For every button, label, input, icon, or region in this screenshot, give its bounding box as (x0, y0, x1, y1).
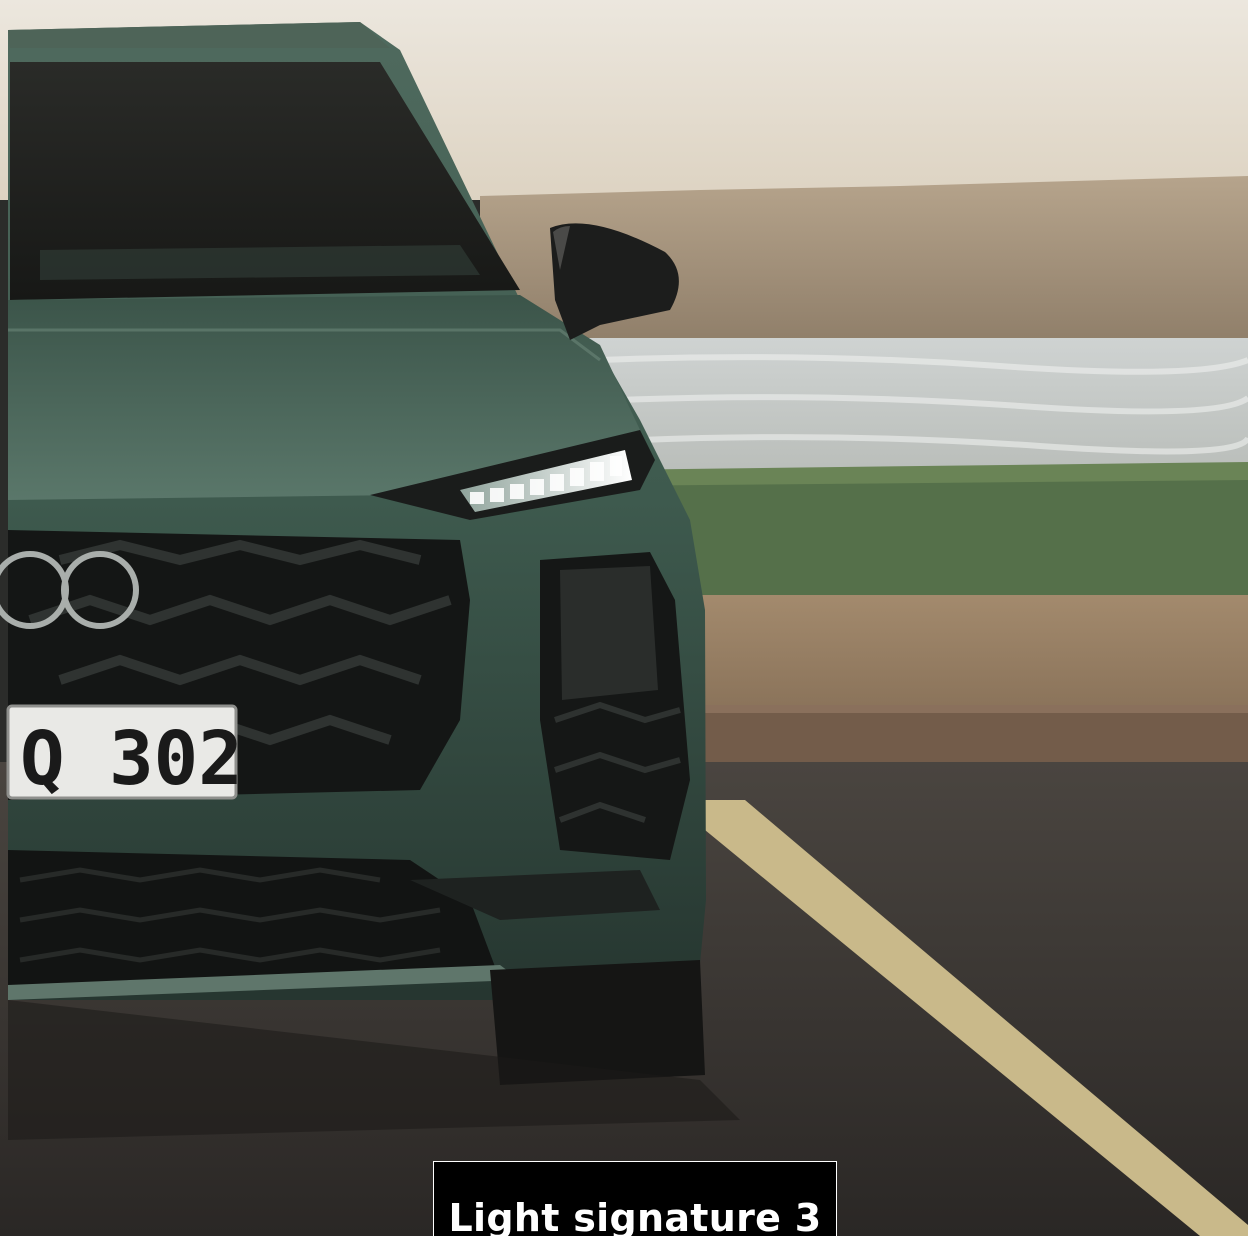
photo-illustration: Q 302 (0, 0, 1248, 1236)
car-photo: Q 302 Light signature 3 (0, 0, 1248, 1236)
caption-label: Light signature 3 (433, 1161, 837, 1236)
plate-text: Q 302 (20, 716, 243, 802)
